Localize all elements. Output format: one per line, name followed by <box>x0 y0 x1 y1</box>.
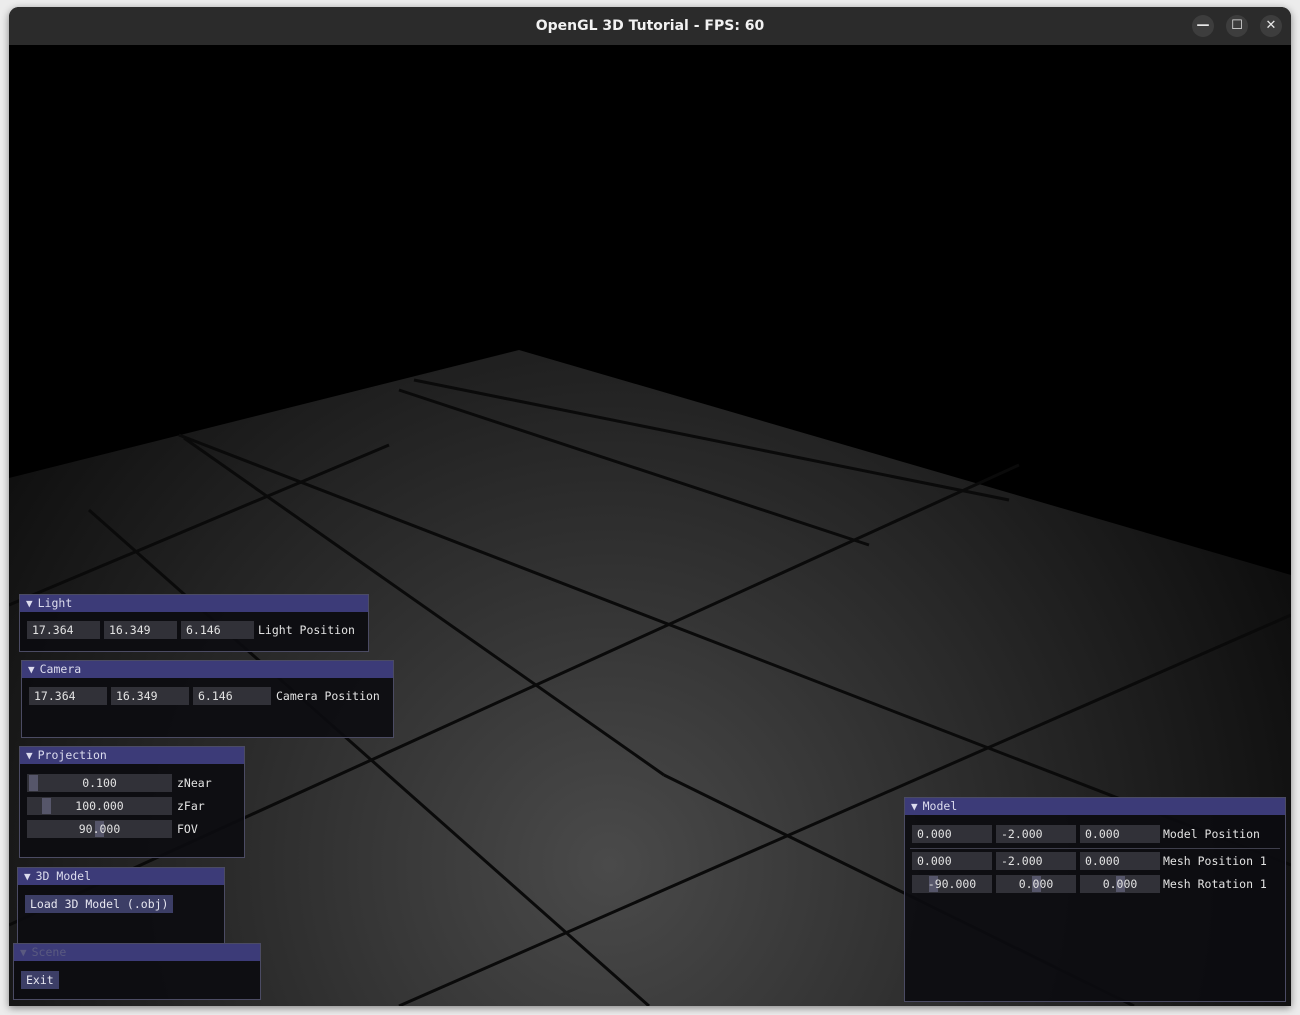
projection-panel-header[interactable]: ▼ Projection <box>20 747 244 764</box>
znear-slider[interactable]: 0.100 <box>27 774 172 792</box>
collapse-triangle-icon[interactable]: ▼ <box>24 870 31 883</box>
light-panel-header[interactable]: ▼ Light <box>20 595 368 612</box>
mesh-rotation-label: Mesh Rotation 1 <box>1163 877 1267 891</box>
camera-position-label: Camera Position <box>276 689 380 703</box>
light-position-z-input[interactable]: 6.146 <box>181 621 254 639</box>
mesh-position-z-input[interactable]: 0.000 <box>1080 852 1160 870</box>
separator <box>910 848 1280 849</box>
projection-panel-title: Projection <box>37 748 107 762</box>
fov-label: FOV <box>177 822 198 836</box>
model-position-z-input[interactable]: 0.000 <box>1080 825 1160 843</box>
mesh-rotation-x-slider[interactable]: -90.000 <box>912 875 992 893</box>
load-3d-model-button[interactable]: Load 3D Model (.obj) <box>25 895 174 913</box>
model-position-label: Model Position <box>1163 827 1260 841</box>
camera-position-y-input[interactable]: 16.349 <box>111 687 189 705</box>
znear-label: zNear <box>177 776 212 790</box>
zfar-label: zFar <box>177 799 205 813</box>
model-panel-header[interactable]: ▼ Model <box>905 798 1285 815</box>
collapse-triangle-icon[interactable]: ▼ <box>26 597 33 610</box>
model3d-panel-title: 3D Model <box>35 869 92 883</box>
model-position-x-input[interactable]: 0.000 <box>912 825 992 843</box>
scene-panel: ▼ Scene Exit <box>13 943 261 1000</box>
light-position-label: Light Position <box>258 623 355 637</box>
app-window: OpenGL 3D Tutorial - FPS: 60 — ☐ ✕ ▼ Lig… <box>9 7 1291 1006</box>
camera-panel-header[interactable]: ▼ Camera <box>22 661 393 678</box>
camera-position-z-input[interactable]: 6.146 <box>193 687 271 705</box>
window-title: OpenGL 3D Tutorial - FPS: 60 <box>535 18 765 34</box>
scene-panel-title: Scene <box>31 945 67 959</box>
light-panel: ▼ Light 17.364 16.349 6.146 Light Positio… <box>19 594 369 652</box>
projection-panel: ▼ Projection 0.100 zNear 100.000 zFar 90.… <box>19 746 245 858</box>
title-bar[interactable]: OpenGL 3D Tutorial - FPS: 60 — ☐ ✕ <box>9 7 1291 45</box>
mesh-position-x-input[interactable]: 0.000 <box>912 852 992 870</box>
model-panel-title: Model <box>922 799 958 813</box>
model-position-y-input[interactable]: -2.000 <box>996 825 1076 843</box>
collapse-triangle-icon[interactable]: ▼ <box>26 749 33 762</box>
minimize-button[interactable]: — <box>1192 15 1214 37</box>
model-panel: ▼ Model 0.000 -2.000 0.000 Model Position… <box>904 797 1286 1002</box>
mesh-position-y-input[interactable]: -2.000 <box>996 852 1076 870</box>
maximize-button[interactable]: ☐ <box>1226 15 1248 37</box>
fov-value: 90.000 <box>78 822 121 836</box>
light-position-x-input[interactable]: 17.364 <box>27 621 100 639</box>
camera-panel-title: Camera <box>39 662 82 676</box>
mesh-rotation-y-slider[interactable]: 0.000 <box>996 875 1076 893</box>
collapse-triangle-icon[interactable]: ▼ <box>20 946 27 959</box>
mesh-rotation-z-slider[interactable]: 0.000 <box>1080 875 1160 893</box>
znear-value: 0.100 <box>82 776 117 790</box>
light-position-y-input[interactable]: 16.349 <box>104 621 177 639</box>
close-button[interactable]: ✕ <box>1260 15 1282 37</box>
mesh-rotation-x-value: -90.000 <box>927 877 977 891</box>
znear-slider-grab[interactable] <box>29 775 38 791</box>
light-panel-title: Light <box>37 596 73 610</box>
camera-panel: ▼ Camera 17.364 16.349 6.146 Camera Posit… <box>21 660 394 738</box>
exit-button[interactable]: Exit <box>21 971 59 989</box>
zfar-slider[interactable]: 100.000 <box>27 797 172 815</box>
model3d-panel-header[interactable]: ▼ 3D Model <box>18 868 224 885</box>
collapse-triangle-icon[interactable]: ▼ <box>911 800 918 813</box>
mesh-rotation-y-value: 0.000 <box>1018 877 1054 891</box>
zfar-value: 100.000 <box>75 799 124 813</box>
mesh-position-label: Mesh Position 1 <box>1163 854 1267 868</box>
fov-slider[interactable]: 90.000 <box>27 820 172 838</box>
collapse-triangle-icon[interactable]: ▼ <box>28 663 35 676</box>
zfar-slider-grab[interactable] <box>42 798 51 814</box>
mesh-rotation-z-value: 0.000 <box>1102 877 1138 891</box>
scene-panel-header[interactable]: ▼ Scene <box>14 944 260 961</box>
camera-position-x-input[interactable]: 17.364 <box>29 687 107 705</box>
